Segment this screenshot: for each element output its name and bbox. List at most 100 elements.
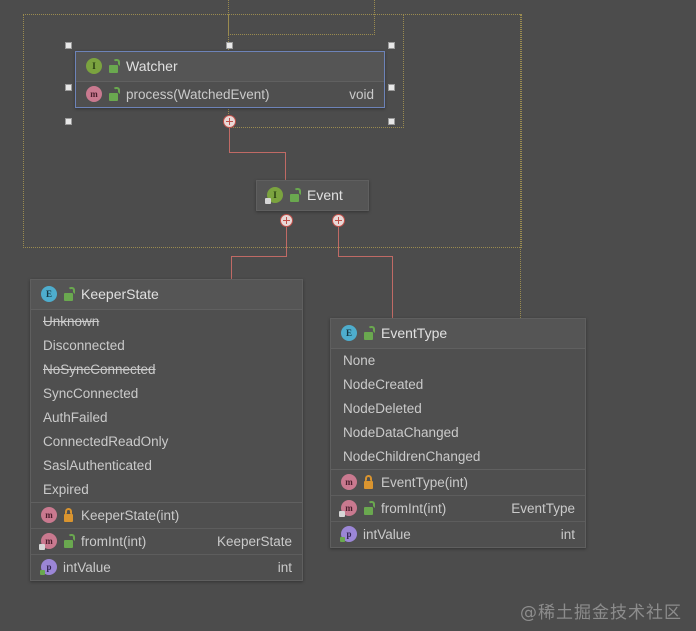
public-unlock-icon	[363, 326, 375, 340]
eventtype-constant-row[interactable]: NodeCreated	[331, 373, 585, 397]
constant-label: NodeChildrenChanged	[343, 449, 481, 464]
connector-event-keeperstate-seg3	[231, 256, 232, 280]
method-icon: m	[341, 474, 357, 490]
watcher-method-return: void	[349, 86, 374, 102]
connector-watcher-event-seg2	[229, 152, 285, 153]
member-label: intValue	[63, 559, 111, 575]
watcher-method-row[interactable]: m process(WatchedEvent) void	[76, 82, 384, 107]
watcher-title: Watcher	[126, 58, 178, 74]
public-unlock-icon	[108, 87, 120, 101]
eventtype-constant-row[interactable]: NodeDeleted	[331, 397, 585, 421]
selection-handle-top-center[interactable]	[226, 42, 233, 49]
connector-plug-watcher[interactable]	[223, 115, 236, 128]
private-lock-icon	[363, 475, 375, 489]
constant-label: None	[343, 353, 376, 368]
keeperstate-header[interactable]: E KeeperState	[31, 280, 302, 310]
connector-event-eventtype-seg2	[338, 256, 393, 257]
constant-label: Unknown	[43, 314, 100, 329]
selection-handle-bottom-right[interactable]	[388, 118, 395, 125]
keeperstate-constant-row[interactable]: Disconnected	[31, 334, 302, 358]
connector-watcher-event-seg3	[285, 152, 286, 180]
member-label: fromInt(int)	[81, 533, 147, 549]
constant-label: ConnectedReadOnly	[43, 434, 169, 449]
constant-label: SaslAuthenticated	[43, 458, 152, 473]
method-icon: m	[339, 500, 357, 517]
member-label: EventType(int)	[381, 474, 469, 490]
eventtype-constant-row[interactable]: None	[331, 349, 585, 373]
eventtype-constant-row[interactable]: NodeDataChanged	[331, 421, 585, 445]
member-label: intValue	[363, 526, 411, 542]
alignment-guide-right-drop	[520, 14, 521, 318]
selection-handle-top-left[interactable]	[65, 42, 72, 49]
keeperstate-constants-section: Unknown Disconnected NoSyncConnected Syn…	[31, 310, 302, 503]
selection-handle-mid-right[interactable]	[388, 84, 395, 91]
interface-icon: I	[86, 58, 102, 74]
connector-watcher-event-seg1	[229, 128, 230, 152]
uml-node-event[interactable]: I Event	[256, 180, 369, 211]
connector-event-eventtype-seg1	[338, 226, 339, 256]
eventtype-constant-row[interactable]: NodeChildrenChanged	[331, 445, 585, 469]
constant-label: NoSyncConnected	[43, 362, 156, 377]
keeperstate-member-row[interactable]: m fromInt(int) KeeperState	[31, 529, 302, 555]
enum-icon: E	[341, 325, 357, 341]
method-icon: m	[86, 86, 102, 102]
eventtype-member-row[interactable]: m EventType(int)	[331, 470, 585, 496]
constant-label: SyncConnected	[43, 386, 139, 401]
selection-handle-bottom-left[interactable]	[65, 118, 72, 125]
public-unlock-static-icon	[63, 534, 75, 548]
keeperstate-constant-row[interactable]: ConnectedReadOnly	[31, 430, 302, 454]
watcher-header[interactable]: I Watcher	[76, 52, 384, 82]
eventtype-title: EventType	[381, 325, 448, 341]
connector-plug-event-left[interactable]	[280, 214, 293, 227]
watermark: @稀土掘金技术社区	[520, 603, 682, 623]
field-icon: p	[40, 559, 57, 575]
member-return: EventType	[511, 500, 575, 516]
connector-plug-event-right[interactable]	[332, 214, 345, 227]
uml-node-watcher[interactable]: I Watcher m process(WatchedEvent) void	[75, 51, 385, 108]
eventtype-member-row[interactable]: m fromInt(int) EventType	[331, 496, 585, 522]
member-return: KeeperState	[216, 533, 292, 549]
member-label: KeeperState(int)	[81, 507, 180, 523]
uml-node-keeperstate[interactable]: E KeeperState Unknown Disconnected NoSyn…	[30, 279, 303, 581]
connector-event-eventtype-seg3	[392, 256, 393, 318]
constant-label: Disconnected	[43, 338, 125, 353]
keeperstate-constant-row[interactable]: Expired	[31, 478, 302, 502]
connector-event-keeperstate-seg1	[286, 226, 287, 256]
member-return: int	[277, 559, 292, 575]
keeperstate-constant-row[interactable]: Unknown	[31, 310, 302, 334]
interface-icon: I	[265, 187, 283, 204]
keeperstate-constant-row[interactable]: AuthFailed	[31, 406, 302, 430]
method-icon: m	[39, 533, 57, 550]
eventtype-member-row[interactable]: p intValue int	[331, 522, 585, 547]
keeperstate-member-row[interactable]: m KeeperState(int)	[31, 503, 302, 529]
keeperstate-constant-row[interactable]: SyncConnected	[31, 382, 302, 406]
member-label: fromInt(int)	[381, 500, 447, 516]
eventtype-members-section: m EventType(int) m fromInt(int) EventTyp…	[331, 470, 585, 547]
constant-label: NodeDeleted	[343, 401, 422, 416]
event-title: Event	[307, 187, 343, 203]
public-unlock-icon	[63, 287, 75, 301]
public-unlock-icon	[289, 188, 301, 202]
uml-node-eventtype[interactable]: E EventType None NodeCreated NodeDeleted…	[330, 318, 586, 548]
method-icon: m	[41, 507, 57, 523]
keeperstate-constant-row[interactable]: NoSyncConnected	[31, 358, 302, 382]
public-unlock-static-icon	[363, 501, 375, 515]
constant-label: AuthFailed	[43, 410, 108, 425]
keeperstate-member-row[interactable]: p intValue int	[31, 555, 302, 580]
constant-label: NodeDataChanged	[343, 425, 459, 440]
private-lock-icon	[63, 508, 75, 522]
constant-label: NodeCreated	[343, 377, 424, 392]
member-return: int	[560, 526, 575, 542]
selection-handle-top-right[interactable]	[388, 42, 395, 49]
alignment-guide-outer	[23, 14, 522, 248]
event-header[interactable]: I Event	[257, 181, 368, 210]
watcher-method-name: process(WatchedEvent)	[126, 86, 270, 102]
keeperstate-title: KeeperState	[81, 286, 159, 302]
enum-icon: E	[41, 286, 57, 302]
public-unlock-icon	[108, 59, 120, 73]
eventtype-header[interactable]: E EventType	[331, 319, 585, 349]
selection-handle-mid-left[interactable]	[65, 84, 72, 91]
field-icon: p	[340, 526, 357, 542]
uml-diagram-canvas[interactable]: I Watcher m process(WatchedEvent) void I…	[0, 0, 696, 631]
keeperstate-constant-row[interactable]: SaslAuthenticated	[31, 454, 302, 478]
